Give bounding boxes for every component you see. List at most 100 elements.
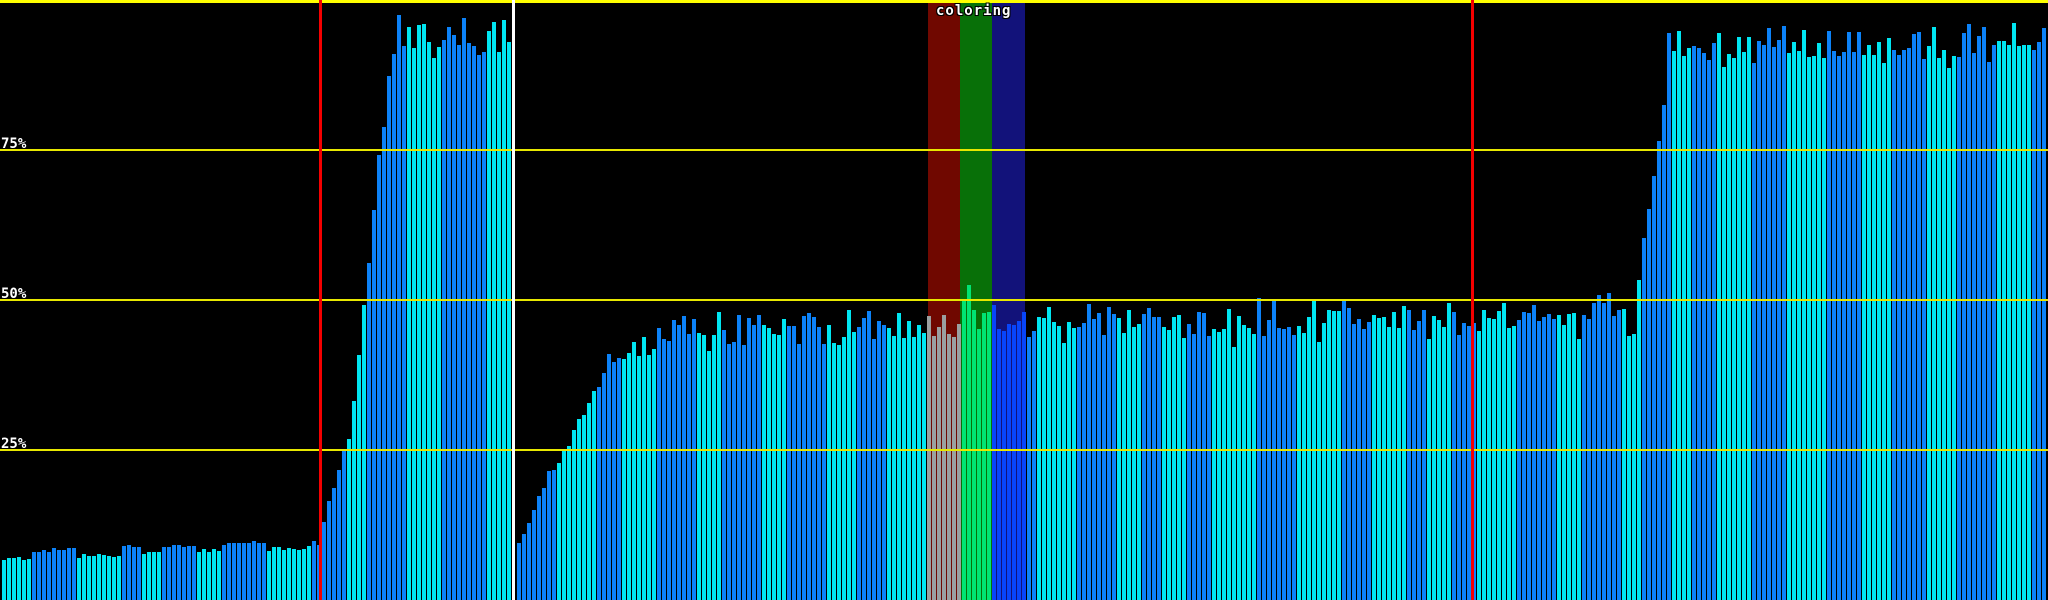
bar bbox=[1327, 310, 1331, 600]
bar bbox=[1522, 312, 1526, 600]
bar bbox=[1352, 324, 1356, 600]
bar bbox=[1362, 329, 1366, 600]
bar bbox=[1067, 322, 1071, 600]
bar bbox=[282, 550, 286, 600]
bar bbox=[1887, 38, 1891, 600]
bar bbox=[682, 316, 686, 600]
bar bbox=[957, 324, 961, 600]
bar bbox=[932, 336, 936, 600]
bar bbox=[612, 362, 616, 600]
bar bbox=[1097, 313, 1101, 600]
bar bbox=[1162, 327, 1166, 600]
bar bbox=[2, 560, 6, 600]
bar bbox=[1892, 50, 1896, 600]
bar bbox=[1112, 314, 1116, 600]
bar bbox=[1347, 308, 1351, 600]
bar bbox=[687, 334, 691, 600]
bar bbox=[1672, 51, 1676, 600]
bar bbox=[792, 326, 796, 600]
bar bbox=[662, 339, 666, 600]
bar bbox=[1782, 26, 1786, 600]
bar bbox=[12, 558, 16, 600]
bar bbox=[357, 355, 361, 600]
bar bbox=[527, 523, 531, 600]
bar bbox=[497, 52, 501, 600]
bar bbox=[897, 313, 901, 600]
bar bbox=[1917, 32, 1921, 600]
bar bbox=[1552, 319, 1556, 600]
bar bbox=[1082, 323, 1086, 600]
bar bbox=[782, 319, 786, 600]
bar bbox=[672, 320, 676, 600]
bar bbox=[1062, 343, 1066, 600]
bar bbox=[1742, 52, 1746, 600]
bar bbox=[622, 359, 626, 600]
bar bbox=[1577, 339, 1581, 600]
bar bbox=[787, 326, 791, 600]
bar bbox=[737, 315, 741, 600]
bar bbox=[302, 549, 306, 600]
bar bbox=[967, 285, 971, 600]
bar bbox=[837, 345, 841, 600]
bar bbox=[1412, 330, 1416, 600]
bar bbox=[1802, 30, 1806, 600]
bar bbox=[322, 522, 326, 600]
bar bbox=[637, 356, 641, 600]
bar bbox=[1507, 328, 1511, 600]
bar bbox=[1372, 315, 1376, 600]
bar bbox=[767, 328, 771, 600]
bar bbox=[367, 263, 371, 600]
bar bbox=[1392, 312, 1396, 600]
bar bbox=[337, 470, 341, 600]
bar bbox=[802, 316, 806, 600]
bar bbox=[602, 373, 606, 600]
bar bbox=[1147, 308, 1151, 600]
bar bbox=[1777, 40, 1781, 600]
bar bbox=[987, 312, 991, 600]
bar bbox=[1977, 36, 1981, 600]
bar bbox=[1982, 27, 1986, 600]
bar bbox=[1142, 314, 1146, 600]
bar bbox=[1202, 313, 1206, 600]
bar bbox=[972, 310, 976, 600]
bar bbox=[1592, 303, 1596, 600]
bar bbox=[1217, 332, 1221, 600]
bar bbox=[732, 342, 736, 600]
bar bbox=[712, 335, 716, 600]
bar bbox=[237, 543, 241, 600]
bar bbox=[1317, 342, 1321, 600]
bar bbox=[632, 342, 636, 600]
bar bbox=[1542, 317, 1546, 600]
gridline bbox=[0, 449, 2048, 451]
bar bbox=[192, 546, 196, 600]
bar bbox=[992, 305, 996, 600]
bar bbox=[1242, 325, 1246, 600]
bar bbox=[1107, 307, 1111, 600]
bar bbox=[882, 325, 886, 600]
top-border-line bbox=[0, 0, 2048, 3]
bar bbox=[777, 335, 781, 600]
bar bbox=[487, 31, 491, 600]
bar bbox=[387, 76, 391, 600]
bar bbox=[1332, 311, 1336, 600]
bar bbox=[827, 325, 831, 600]
bar bbox=[1277, 328, 1281, 600]
bar bbox=[847, 310, 851, 600]
bar bbox=[1117, 318, 1121, 600]
bar bbox=[1027, 337, 1031, 600]
bar bbox=[697, 333, 701, 600]
bar bbox=[327, 501, 331, 600]
bar bbox=[1717, 33, 1721, 600]
bar bbox=[1457, 335, 1461, 600]
bar bbox=[772, 334, 776, 600]
bar bbox=[1402, 306, 1406, 600]
bar bbox=[1792, 42, 1796, 600]
bar bbox=[1452, 312, 1456, 600]
bar bbox=[1677, 31, 1681, 600]
bar bbox=[1797, 51, 1801, 600]
red-marker-line bbox=[1471, 0, 1474, 600]
bar bbox=[1772, 47, 1776, 600]
bar bbox=[1822, 58, 1826, 600]
bar bbox=[32, 552, 36, 600]
bar bbox=[917, 325, 921, 600]
